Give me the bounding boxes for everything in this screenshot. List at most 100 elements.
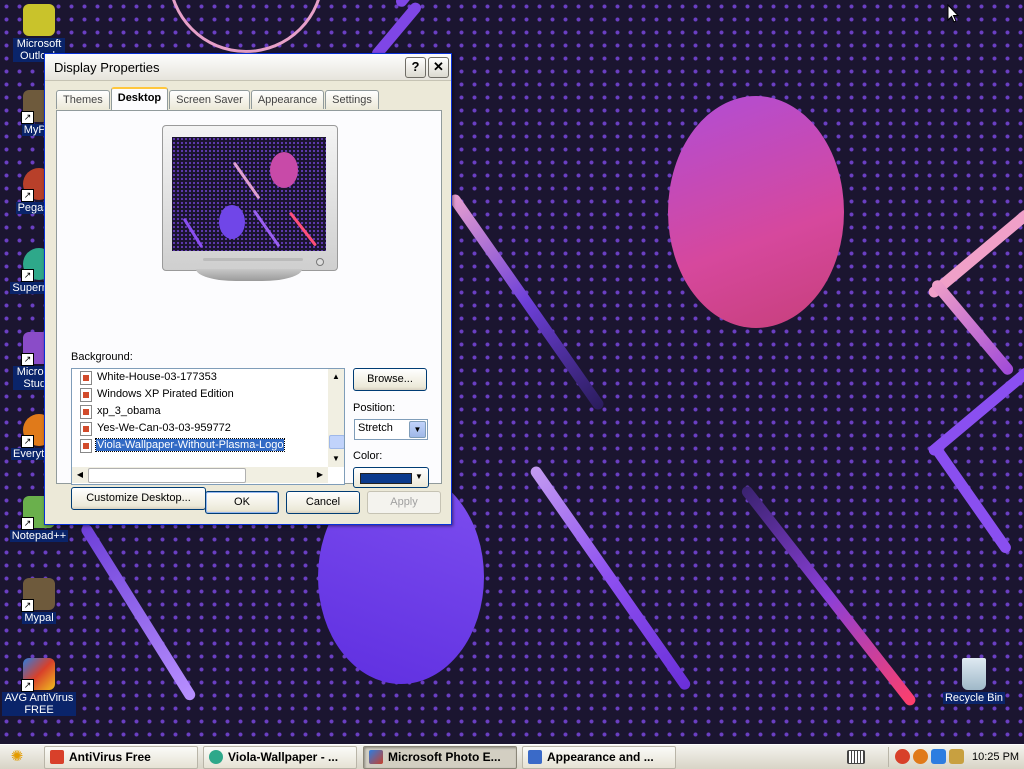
shortcut-arrow-icon: ↗ [21, 435, 34, 448]
keyboard-icon[interactable] [847, 750, 865, 764]
browse-button[interactable]: Browse... [353, 368, 427, 391]
tab-themes[interactable]: Themes [56, 90, 110, 109]
preview-violet-ellipse [219, 205, 245, 239]
chevron-down-icon[interactable]: ▼ [409, 421, 426, 438]
desktop-icon-avg[interactable]: ↗ AVG AntiVirus FREE [1, 658, 77, 716]
taskbar-clock[interactable]: 10:25 PM [972, 745, 1019, 769]
image-file-icon [80, 422, 92, 436]
taskbar-item-viola-wallpaper[interactable]: Viola-Wallpaper - ... [203, 746, 357, 769]
start-button[interactable]: ✺ [3, 747, 31, 767]
scroll-down-icon[interactable]: ▼ [328, 451, 344, 467]
vertical-scrollbar[interactable]: ▲ ▼ [328, 369, 344, 467]
list-item-selected[interactable]: Viola-Wallpaper-Without-Plasma-Logo [72, 437, 328, 454]
antivirus-tray-icon[interactable] [895, 749, 910, 764]
wallpaper-bar [926, 365, 1024, 458]
wallpaper-bar [447, 192, 606, 412]
shortcut-arrow-icon: ↗ [21, 679, 34, 692]
network-tray-icon[interactable] [931, 749, 946, 764]
list-item[interactable]: White-House-03-177353 [72, 369, 328, 386]
taskbar-item-antivirus[interactable]: AntiVirus Free [44, 746, 198, 769]
list-item-label: Viola-Wallpaper-Without-Plasma-Logo [94, 438, 286, 452]
color-picker-button[interactable]: ▼ [353, 467, 429, 488]
tab-desktop[interactable]: Desktop [110, 87, 169, 110]
volume-tray-icon[interactable] [949, 749, 964, 764]
tray-separator [888, 747, 889, 767]
image-file-icon [80, 371, 92, 385]
list-item-label: White-House-03-177353 [97, 371, 217, 383]
position-value: Stretch [358, 422, 393, 434]
tab-settings[interactable]: Settings [325, 90, 379, 109]
preview-bar [232, 161, 261, 200]
dialog-titlebar[interactable]: Display Properties ? ✕ [45, 54, 451, 81]
display-properties-dialog: Display Properties ? ✕ Themes Desktop Sc… [44, 53, 452, 525]
desktop-icon-label: Recycle Bin [942, 692, 1006, 704]
chevron-down-icon: ▼ [415, 472, 423, 481]
taskbar: ✺ AntiVirus Free Viola-Wallpaper - ... M… [0, 744, 1024, 769]
wallpaper-bar [929, 442, 1014, 556]
close-button[interactable]: ✕ [428, 57, 449, 78]
background-listbox[interactable]: White-House-03-177353 Windows XP Pirated… [71, 368, 345, 485]
preview-bar [182, 217, 204, 249]
avg-icon: ↗ [21, 658, 55, 692]
ok-button[interactable]: OK [205, 491, 279, 514]
photo-editor-icon [369, 750, 383, 764]
desktop-icon-label: AVG AntiVirus FREE [2, 692, 76, 716]
control-panel-icon [528, 750, 542, 764]
antivirus-icon [50, 750, 64, 764]
list-item[interactable]: xp_3_obama [72, 403, 328, 420]
desktop-tab-panel: Background: White-House-03-177353 Window… [56, 110, 442, 510]
taskbar-item-photo-editor[interactable]: Microsoft Photo E... [363, 746, 517, 769]
image-file-icon [80, 388, 92, 402]
search-tray-icon[interactable] [913, 749, 928, 764]
horizontal-scrollbar[interactable]: ◀ ▶ [72, 467, 328, 483]
scroll-left-icon[interactable]: ◀ [72, 467, 88, 483]
image-file-icon [80, 439, 92, 453]
tab-screen-saver[interactable]: Screen Saver [169, 90, 250, 109]
monitor-power-led [316, 258, 324, 266]
help-button[interactable]: ? [405, 57, 426, 78]
preview-bar [288, 211, 318, 247]
tab-appearance[interactable]: Appearance [250, 90, 325, 109]
monitor-slot [203, 258, 303, 261]
apply-button[interactable]: Apply [367, 491, 441, 514]
taskbar-item-appearance[interactable]: Appearance and ... [522, 746, 676, 769]
wallpaper-bar [739, 484, 918, 708]
list-item-label: Windows XP Pirated Edition [97, 388, 234, 400]
background-label: Background: [71, 351, 133, 363]
taskbar-item-label: Microsoft Photo E... [388, 750, 501, 764]
taskbar-item-label: Appearance and ... [547, 750, 654, 764]
preview-bar [252, 209, 281, 248]
scroll-thumb[interactable] [329, 435, 344, 449]
position-select[interactable]: Stretch ▼ [354, 419, 428, 440]
recycle-bin-icon [962, 658, 986, 690]
shortcut-arrow-icon: ↗ [21, 189, 34, 202]
desktop-icon-recycle-bin[interactable]: Recycle Bin [936, 658, 1012, 704]
shortcut-arrow-icon: ↗ [21, 353, 34, 366]
scroll-thumb[interactable] [88, 468, 246, 483]
wallpaper-bar [929, 277, 1016, 377]
image-viewer-icon [209, 750, 223, 764]
scroll-right-icon[interactable]: ▶ [312, 467, 328, 483]
desktop-icon-mypal-2[interactable]: ↗ Mypal [1, 578, 77, 624]
cancel-button[interactable]: Cancel [286, 491, 360, 514]
image-file-icon [80, 405, 92, 419]
customize-desktop-button[interactable]: Customize Desktop... [71, 487, 206, 510]
wallpaper-preview [172, 137, 326, 251]
wallpaper-bar [369, 0, 424, 62]
list-item[interactable]: Yes-We-Can-03-03-959772 [72, 420, 328, 437]
shortcut-arrow-icon: ↗ [21, 111, 34, 124]
list-item[interactable]: Windows XP Pirated Edition [72, 386, 328, 403]
monitor-preview [162, 125, 338, 281]
background-list: White-House-03-177353 Windows XP Pirated… [72, 369, 328, 454]
desktop-icon-label: Notepad++ [9, 530, 69, 542]
shortcut-arrow-icon: ↗ [21, 517, 34, 530]
position-label: Position: [353, 402, 396, 414]
dialog-title: Display Properties [54, 59, 160, 75]
list-item-label: xp_3_obama [97, 405, 161, 417]
taskbar-item-label: AntiVirus Free [69, 750, 151, 764]
shortcut-arrow-icon: ↗ [21, 269, 34, 282]
scroll-up-icon[interactable]: ▲ [328, 369, 344, 385]
desktop-icon-label: Mypal [22, 612, 56, 624]
monitor-bezel [162, 125, 338, 271]
wallpaper-bar [79, 522, 198, 703]
